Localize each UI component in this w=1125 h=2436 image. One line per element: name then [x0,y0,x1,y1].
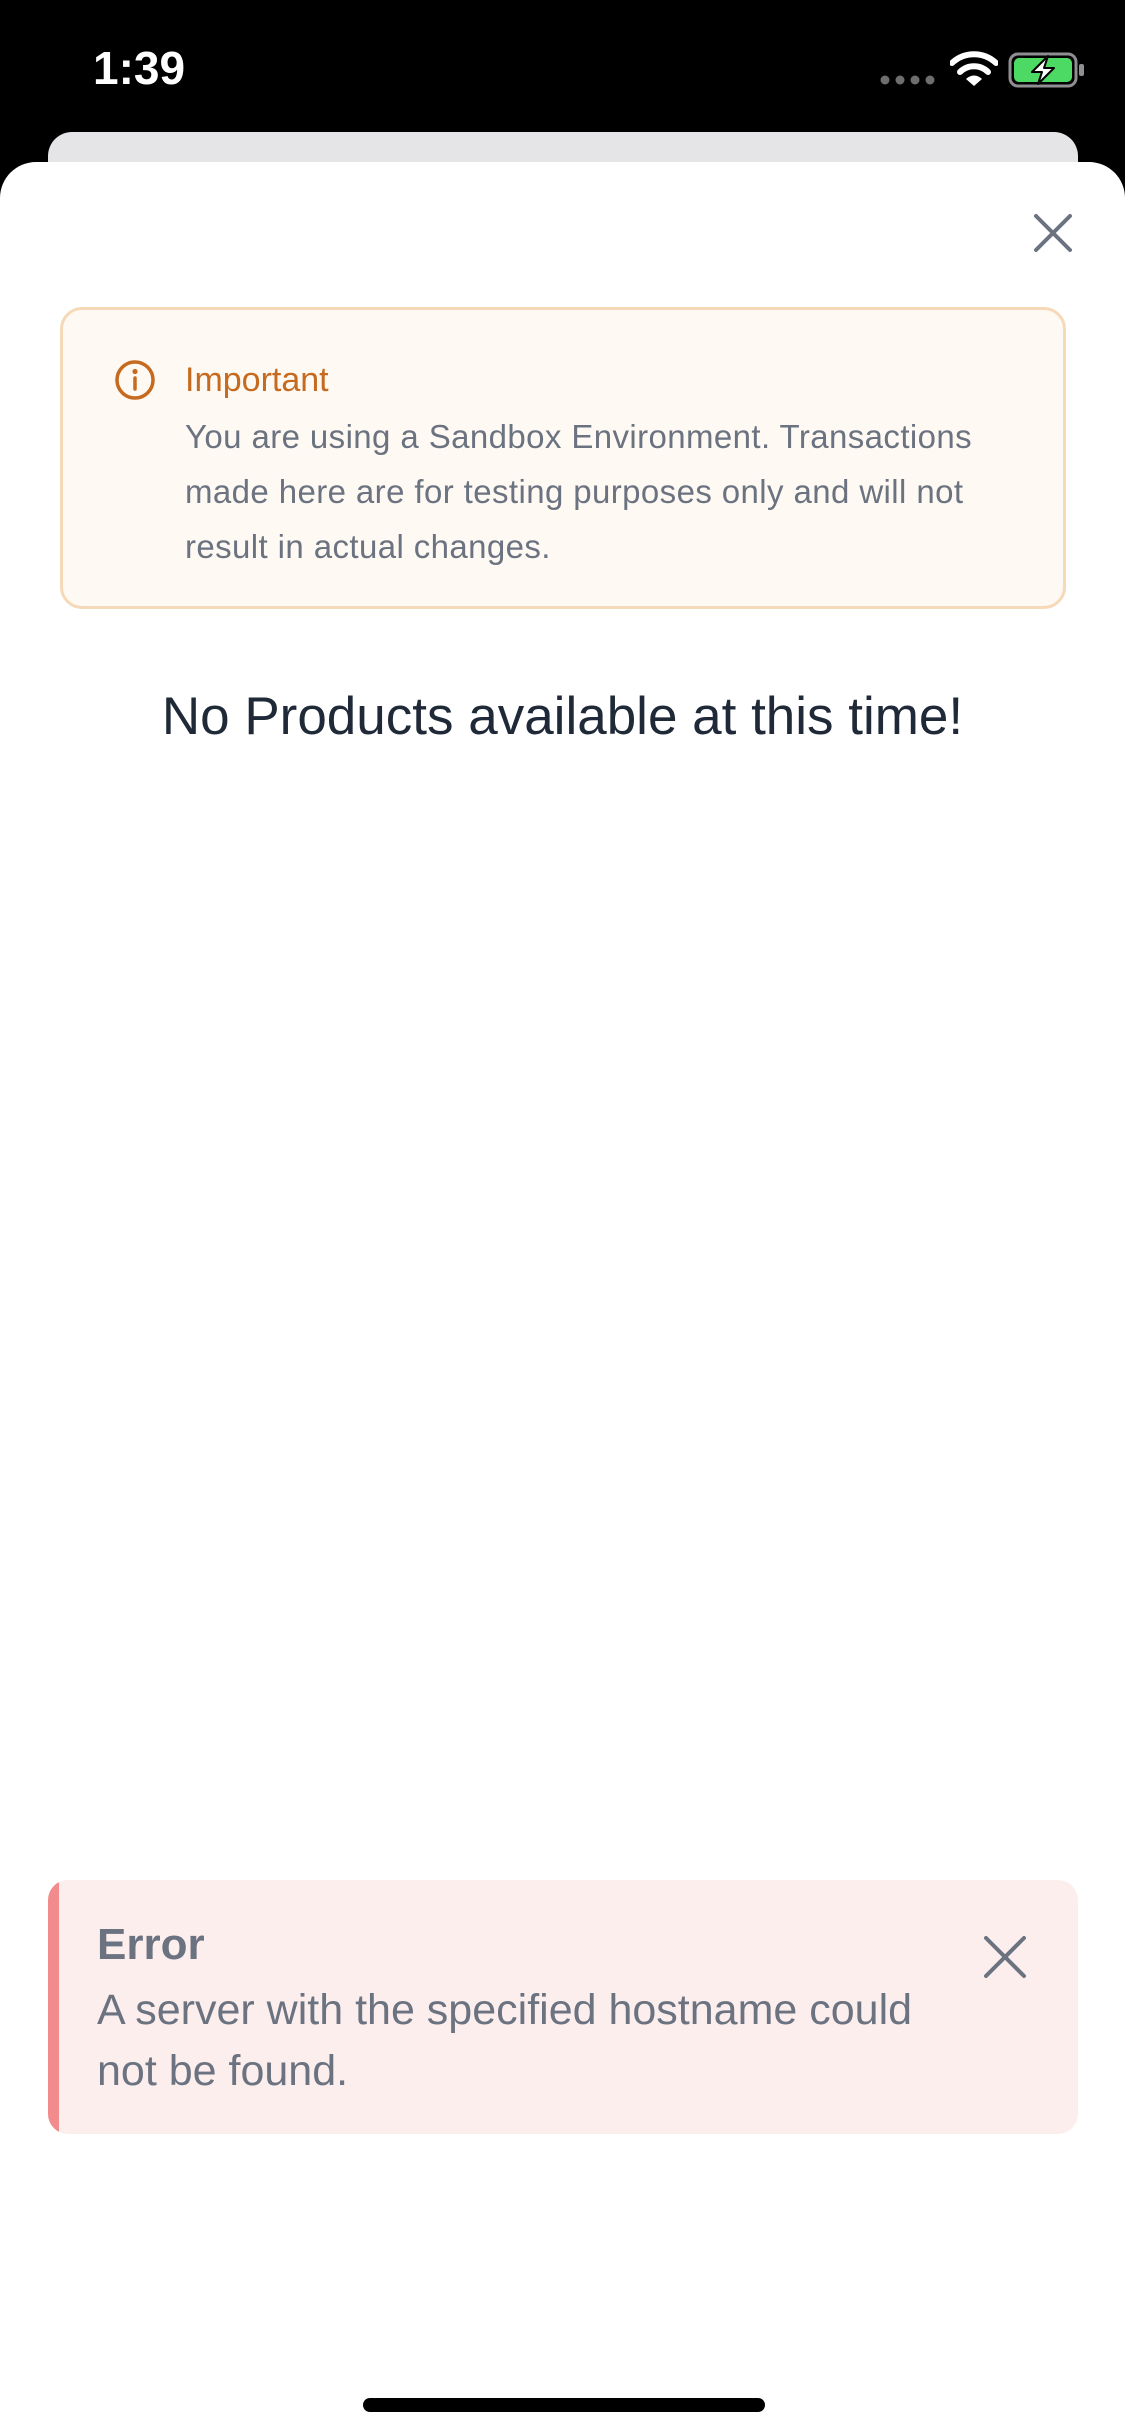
home-indicator[interactable] [363,2398,765,2412]
error-toast: Error A server with the specified hostna… [48,1880,1078,2134]
error-message: A server with the specified hostname cou… [97,1986,913,2095]
sandbox-notice: Important You are using a Sandbox Enviro… [60,307,1066,609]
close-icon[interactable] [1028,208,1078,258]
notice-body: You are using a Sandbox Environment. Tra… [185,418,973,565]
close-icon[interactable] [980,1932,1030,1982]
error-title: Error [97,1920,205,1969]
info-circle-icon [115,360,155,400]
notice-title: Important [185,361,329,399]
status-bar: 1:39 [0,0,1125,135]
battery-charging-icon [1008,52,1084,88]
status-time: 1:39 [93,42,186,94]
empty-products-message: No Products available at this time! [161,687,964,746]
error-accent-bar [48,1880,59,2134]
cellular-signal-icon [880,75,935,85]
wifi-icon [950,51,998,86]
